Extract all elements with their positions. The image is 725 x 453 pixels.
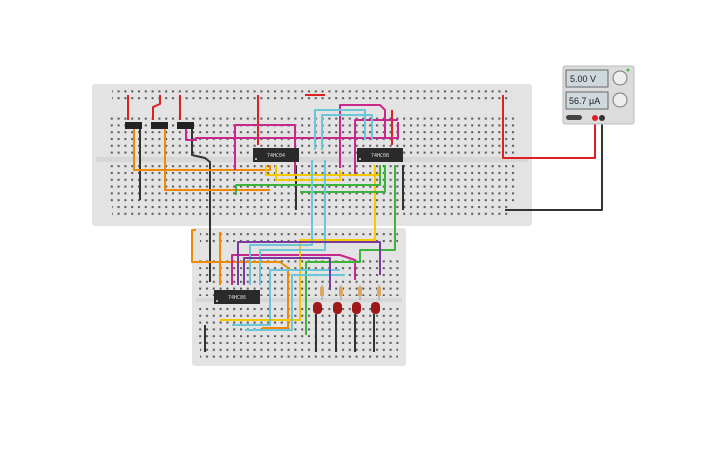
switches xyxy=(125,122,194,129)
power-switch[interactable] xyxy=(566,115,582,120)
bottom-power-rail-2 xyxy=(200,348,398,361)
negative-terminal[interactable] xyxy=(599,115,605,121)
status-led xyxy=(626,68,630,72)
top-power-rail xyxy=(112,90,512,103)
chip-74hc08[interactable]: 74HC08 xyxy=(357,148,403,162)
slide-switch-1[interactable] xyxy=(125,122,142,129)
current-knob[interactable] xyxy=(612,92,628,108)
chip-label: 74HC04 xyxy=(267,153,285,159)
power-supply[interactable]: 5.00 V 56.7 µA xyxy=(562,65,635,125)
voltage-knob[interactable] xyxy=(612,70,628,86)
chip-74hc04[interactable]: 74HC04 xyxy=(253,148,299,162)
positive-terminal[interactable] xyxy=(592,115,598,121)
voltage-display: 5.00 V xyxy=(570,74,596,84)
chip-label: 74HC08 xyxy=(371,153,389,159)
chip-label: 74HC86 xyxy=(228,295,246,301)
slide-switch-3[interactable] xyxy=(177,122,194,129)
circuit-canvas: 74HC04 74HC08 74HC86 5.00 V 56.7 µA xyxy=(92,65,635,366)
chip-74hc86[interactable]: 74HC86 xyxy=(214,290,260,304)
top-terminal-strip xyxy=(108,114,516,154)
slide-switch-2[interactable] xyxy=(151,122,168,129)
current-display: 56.7 µA xyxy=(569,96,600,106)
